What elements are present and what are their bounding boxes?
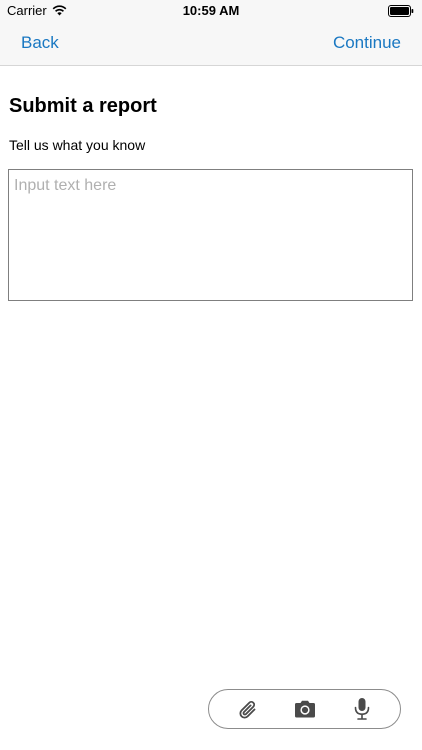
attachment-toolbar <box>208 689 401 729</box>
report-text-input[interactable] <box>8 169 413 301</box>
camera-button[interactable] <box>287 694 323 724</box>
paperclip-icon <box>238 700 255 719</box>
back-button[interactable]: Back <box>21 33 59 53</box>
status-time: 10:59 AM <box>182 3 240 18</box>
report-screen: Carrier 10:59 AM Back Continue Submit a … <box>0 0 422 750</box>
status-bar: Carrier 10:59 AM <box>0 0 422 22</box>
battery-icon <box>388 5 414 17</box>
page-title: Submit a report <box>9 95 157 117</box>
report-prompt-label: Tell us what you know <box>9 137 146 153</box>
attach-file-button[interactable] <box>230 694 266 724</box>
camera-icon <box>294 700 315 718</box>
record-audio-button[interactable] <box>344 694 380 724</box>
continue-button[interactable]: Continue <box>333 33 401 53</box>
microphone-icon <box>354 698 369 720</box>
navigation-bar: Back Continue <box>0 22 422 66</box>
